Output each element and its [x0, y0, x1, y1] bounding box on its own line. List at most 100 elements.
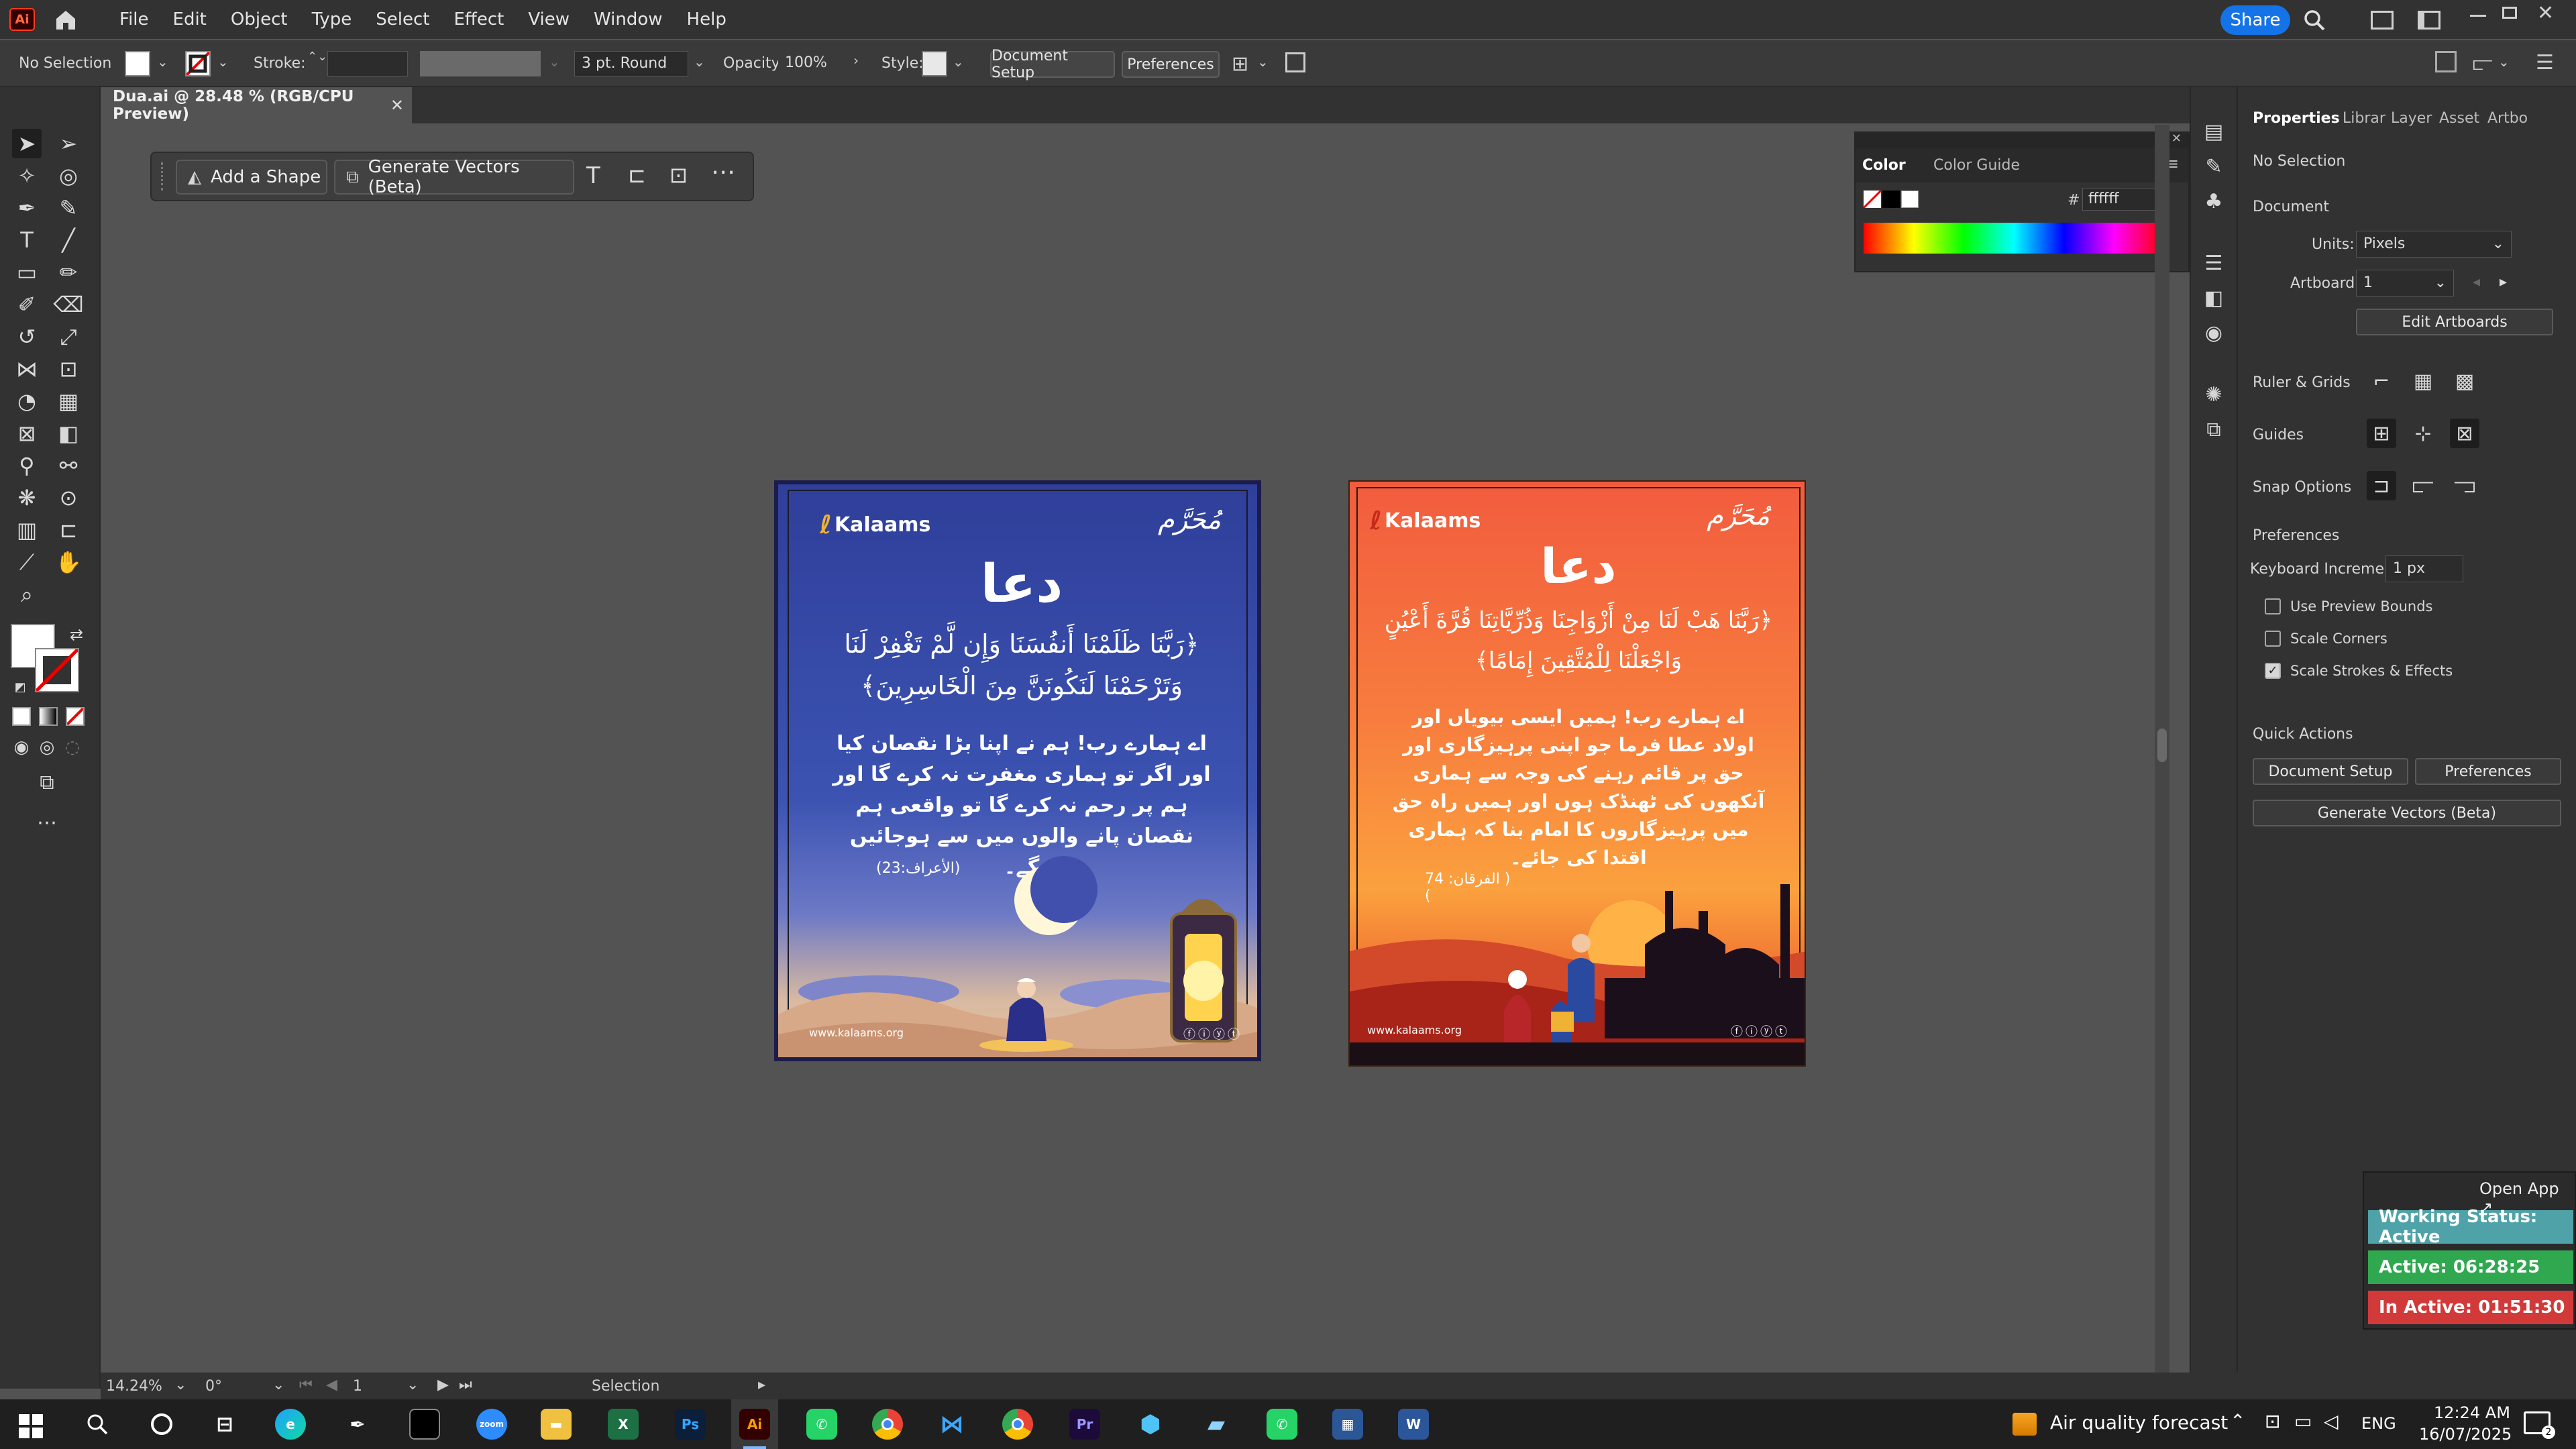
menu-file[interactable]: File: [107, 0, 161, 39]
scale-corners-checkbox[interactable]: [2265, 631, 2281, 647]
brushes-panel-icon[interactable]: ✎: [2199, 152, 2229, 181]
libraries-tab[interactable]: Librar: [2343, 110, 2385, 127]
ruler-icon[interactable]: ⌐: [2367, 366, 2396, 396]
weather-icon[interactable]: [2012, 1413, 2037, 1436]
line-tool-icon[interactable]: ╱: [54, 225, 83, 255]
menu-help[interactable]: Help: [675, 0, 739, 39]
cortana-icon[interactable]: [146, 1409, 177, 1440]
type-tool-icon[interactable]: T: [12, 225, 42, 255]
terminal-icon[interactable]: [409, 1409, 440, 1440]
align-panel-icon[interactable]: ⫍: [2473, 52, 2493, 75]
photoshop-icon[interactable]: Ps: [675, 1409, 706, 1440]
fill-none-icon[interactable]: [1862, 189, 1882, 209]
isolate-icon[interactable]: [1285, 52, 1305, 72]
selection-tool-icon[interactable]: ➤: [12, 129, 42, 158]
slice-tool-icon[interactable]: ⟋: [12, 547, 42, 577]
word-icon[interactable]: W: [1398, 1409, 1429, 1440]
artboard-tool-icon[interactable]: ⊏: [54, 515, 83, 545]
chrome-profile-icon[interactable]: [1002, 1409, 1033, 1440]
gradient-mode-icon[interactable]: [39, 707, 58, 726]
eraser-tool-icon[interactable]: ⌫: [53, 290, 83, 319]
edit-toolbar-icon[interactable]: ⋯: [32, 808, 62, 837]
pen-app-icon[interactable]: ✒: [342, 1409, 373, 1440]
zoom-tool-icon[interactable]: ⌕: [12, 580, 42, 609]
search-taskbar-icon[interactable]: [82, 1409, 113, 1440]
image-icon[interactable]: ⊡: [669, 162, 688, 188]
fill-dropdown-chevron-icon[interactable]: ⌄: [157, 54, 168, 70]
layers-tab[interactable]: Layer: [2391, 110, 2432, 127]
black-swatch-icon[interactable]: [1882, 191, 1900, 208]
vertical-scrollbar[interactable]: [2155, 125, 2169, 1373]
arrange-documents-icon[interactable]: [2371, 11, 2394, 30]
panel-layout-icon[interactable]: [2435, 51, 2457, 72]
hexagon-app-icon[interactable]: ⬢: [1135, 1409, 1166, 1440]
document-setup-button[interactable]: Document Setup: [990, 48, 1115, 81]
home-icon[interactable]: [52, 7, 79, 32]
gradient-tool-icon[interactable]: ◧: [54, 419, 83, 448]
align-panel-chevron-icon[interactable]: ⌄: [2498, 54, 2510, 70]
menu-effect[interactable]: Effect: [442, 0, 517, 39]
first-artboard-icon[interactable]: ⏮: [299, 1377, 313, 1393]
artboards-tab[interactable]: Artbo: [2487, 110, 2528, 127]
volume-icon[interactable]: ◁: [2324, 1410, 2339, 1432]
lasso-tool-icon[interactable]: ◎: [54, 161, 83, 191]
curvature-tool-icon[interactable]: ✎: [54, 193, 83, 223]
snap-to-glyph-icon[interactable]: ⫎: [2450, 471, 2479, 500]
paintbrush-tool-icon[interactable]: ✏: [54, 258, 83, 287]
artboard-dua-blue[interactable]: ℓ Kalaams مُحَرَّم دعا ﴿رَبَّنَا ظَلَمْن…: [774, 480, 1261, 1061]
network-icon[interactable]: ▭: [2294, 1410, 2312, 1432]
shaper-tool-icon[interactable]: ✐: [12, 290, 42, 319]
vertical-scroll-thumb[interactable]: [2157, 729, 2167, 762]
meet-now-icon[interactable]: ⊡: [2265, 1410, 2280, 1432]
menu-view[interactable]: View: [516, 0, 582, 39]
direct-selection-tool-icon[interactable]: ➢: [54, 129, 83, 158]
start-button-icon[interactable]: [19, 1414, 43, 1441]
width-tool-icon[interactable]: ⋈: [12, 354, 42, 384]
show-guides-icon[interactable]: ⊞: [2367, 419, 2396, 448]
symbol-tool-icon[interactable]: ⊙: [54, 483, 83, 513]
stroke-color-icon[interactable]: [35, 648, 79, 692]
notepad-icon[interactable]: ▰: [1201, 1409, 1232, 1440]
gradient-panel-icon[interactable]: ◧: [2199, 283, 2229, 313]
white-swatch-icon[interactable]: [1901, 191, 1919, 208]
mesh-tool-icon[interactable]: ⊠: [12, 419, 42, 448]
stroke-weight-input[interactable]: [327, 51, 408, 76]
next-artboard-icon[interactable]: ▸: [2500, 274, 2507, 290]
align-icon[interactable]: ⊞: [1232, 52, 1248, 76]
workspace-switcher-icon[interactable]: [2418, 11, 2440, 30]
rotation-chevron-icon[interactable]: ⌄: [272, 1377, 284, 1393]
close-panel-icon[interactable]: ✕: [2171, 131, 2182, 146]
blend-tool-icon[interactable]: ⚯: [54, 451, 83, 480]
calculator-icon[interactable]: ▦: [1332, 1409, 1363, 1440]
units-select[interactable]: Pixels ⌄: [2356, 231, 2512, 258]
edge-icon[interactable]: e: [275, 1409, 306, 1440]
menu-window[interactable]: Window: [582, 0, 675, 39]
keyboard-increment-input[interactable]: 1 px: [2385, 555, 2463, 582]
preferences-button[interactable]: Preferences: [1122, 51, 1220, 78]
transparency-grid-icon[interactable]: ▩: [2450, 366, 2479, 396]
scale-strokes-checkbox[interactable]: ✓: [2265, 663, 2281, 679]
close-tab-icon[interactable]: ✕: [390, 96, 404, 115]
zoom-app-icon[interactable]: zoom: [476, 1409, 507, 1440]
graphic-styles-panel-icon[interactable]: ⧉: [2199, 415, 2229, 444]
drag-handle-icon[interactable]: [161, 162, 165, 191]
hand-tool-icon[interactable]: ✋: [54, 547, 83, 577]
zoom-level[interactable]: 14.24%: [106, 1378, 162, 1395]
menu-edit[interactable]: Edit: [161, 0, 219, 39]
stroke-panel-icon[interactable]: ☰: [2199, 248, 2229, 278]
color-tab[interactable]: Color: [1862, 157, 1906, 174]
transparency-panel-icon[interactable]: ◉: [2199, 318, 2229, 347]
clock-date[interactable]: 16/07/2025: [2419, 1425, 2512, 1444]
menu-object[interactable]: Object: [219, 0, 300, 39]
next-artboard-status-icon[interactable]: ▶: [437, 1377, 449, 1393]
rotation-value[interactable]: 0°: [205, 1378, 222, 1395]
generate-vectors-button[interactable]: ⧉ Generate Vectors (Beta): [334, 157, 574, 197]
appearance-panel-icon[interactable]: ✺: [2199, 380, 2229, 409]
menu-type[interactable]: Type: [300, 0, 364, 39]
zoom-chevron-icon[interactable]: ⌄: [174, 1377, 186, 1393]
opacity-input[interactable]: 100%: [778, 51, 852, 76]
brush-definition-select[interactable]: 3 pt. Round: [574, 51, 688, 76]
search-icon[interactable]: [2302, 8, 2326, 32]
pen-tool-icon[interactable]: ✒: [12, 193, 42, 223]
profile-chevron-icon[interactable]: ⌄: [549, 54, 560, 70]
